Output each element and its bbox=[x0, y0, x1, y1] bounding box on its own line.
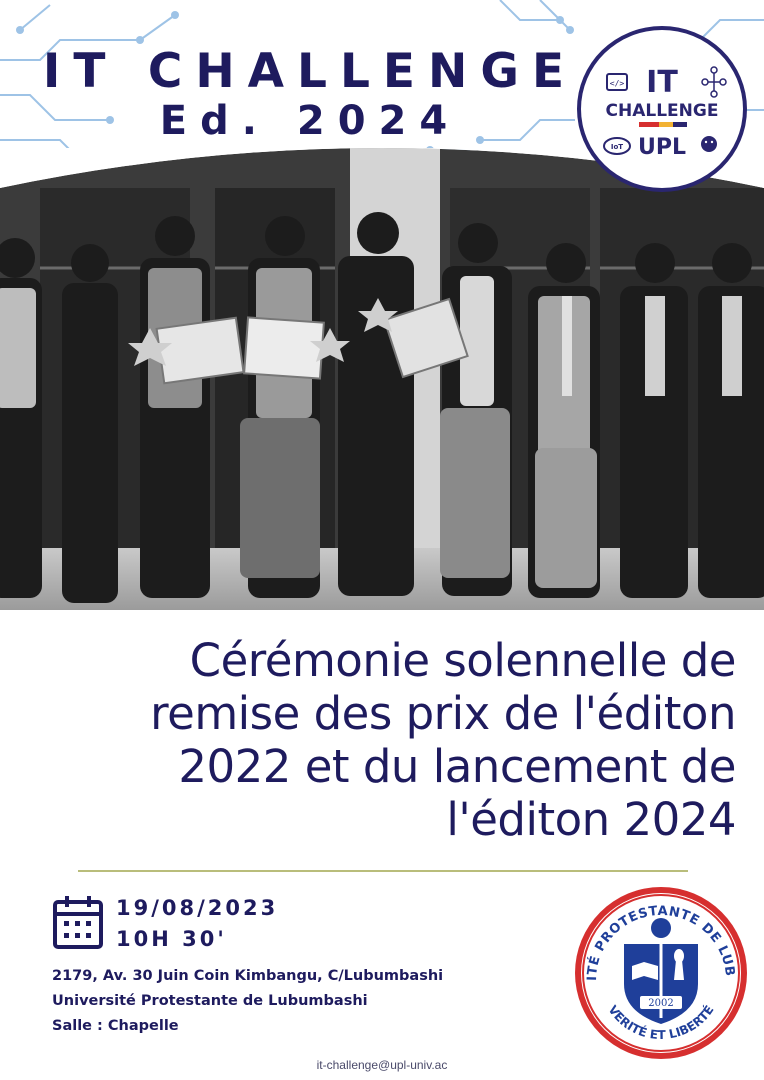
headline-line: 2022 et du lancement de bbox=[178, 740, 736, 793]
university-seal: UNIVERSITÉ PROTESTANTE DE LUBUMBASHI VER… bbox=[572, 884, 747, 1059]
code-label: </> bbox=[610, 79, 625, 88]
calendar-icon bbox=[53, 896, 103, 949]
event-date: 19/08/2023 bbox=[116, 896, 279, 920]
event-venue: Université Protestante de Lubumbashi bbox=[52, 993, 368, 1009]
headline-line: Cérémonie solennelle de bbox=[189, 634, 737, 687]
group-photo-illustration bbox=[0, 148, 764, 610]
badge-line2: CHALLENGE bbox=[606, 101, 719, 121]
group-photo bbox=[0, 148, 764, 610]
network-icon bbox=[701, 66, 727, 98]
headline-line: l'éditon 2024 bbox=[446, 793, 736, 846]
event-title: IT CHALLENGE bbox=[42, 44, 578, 99]
contact-email[interactable]: it-challenge@upl-univ.ac bbox=[0, 1058, 764, 1072]
android-icon bbox=[701, 136, 717, 152]
event-room: Salle : Chapelle bbox=[52, 1018, 179, 1034]
seal-globe-icon bbox=[651, 918, 671, 938]
it-challenge-logo: IT CHALLENGE UPL </> IoT bbox=[577, 26, 747, 192]
event-time: 10H 30' bbox=[116, 927, 227, 951]
ceremony-headline: Cérémonie solennelle de remise des prix … bbox=[16, 634, 736, 846]
badge-line1: IT bbox=[646, 65, 678, 100]
section-divider bbox=[78, 870, 688, 872]
badge-line3: UPL bbox=[638, 135, 686, 160]
edition-subtitle: Ed. 2024 bbox=[159, 98, 461, 144]
seal-year: 2002 bbox=[648, 998, 673, 1009]
headline-line: remise des prix de l'éditon bbox=[150, 687, 736, 740]
iot-label: IoT bbox=[611, 143, 623, 151]
event-address: 2179, Av. 30 Juin Coin Kimbangu, C/Lubum… bbox=[52, 968, 444, 984]
